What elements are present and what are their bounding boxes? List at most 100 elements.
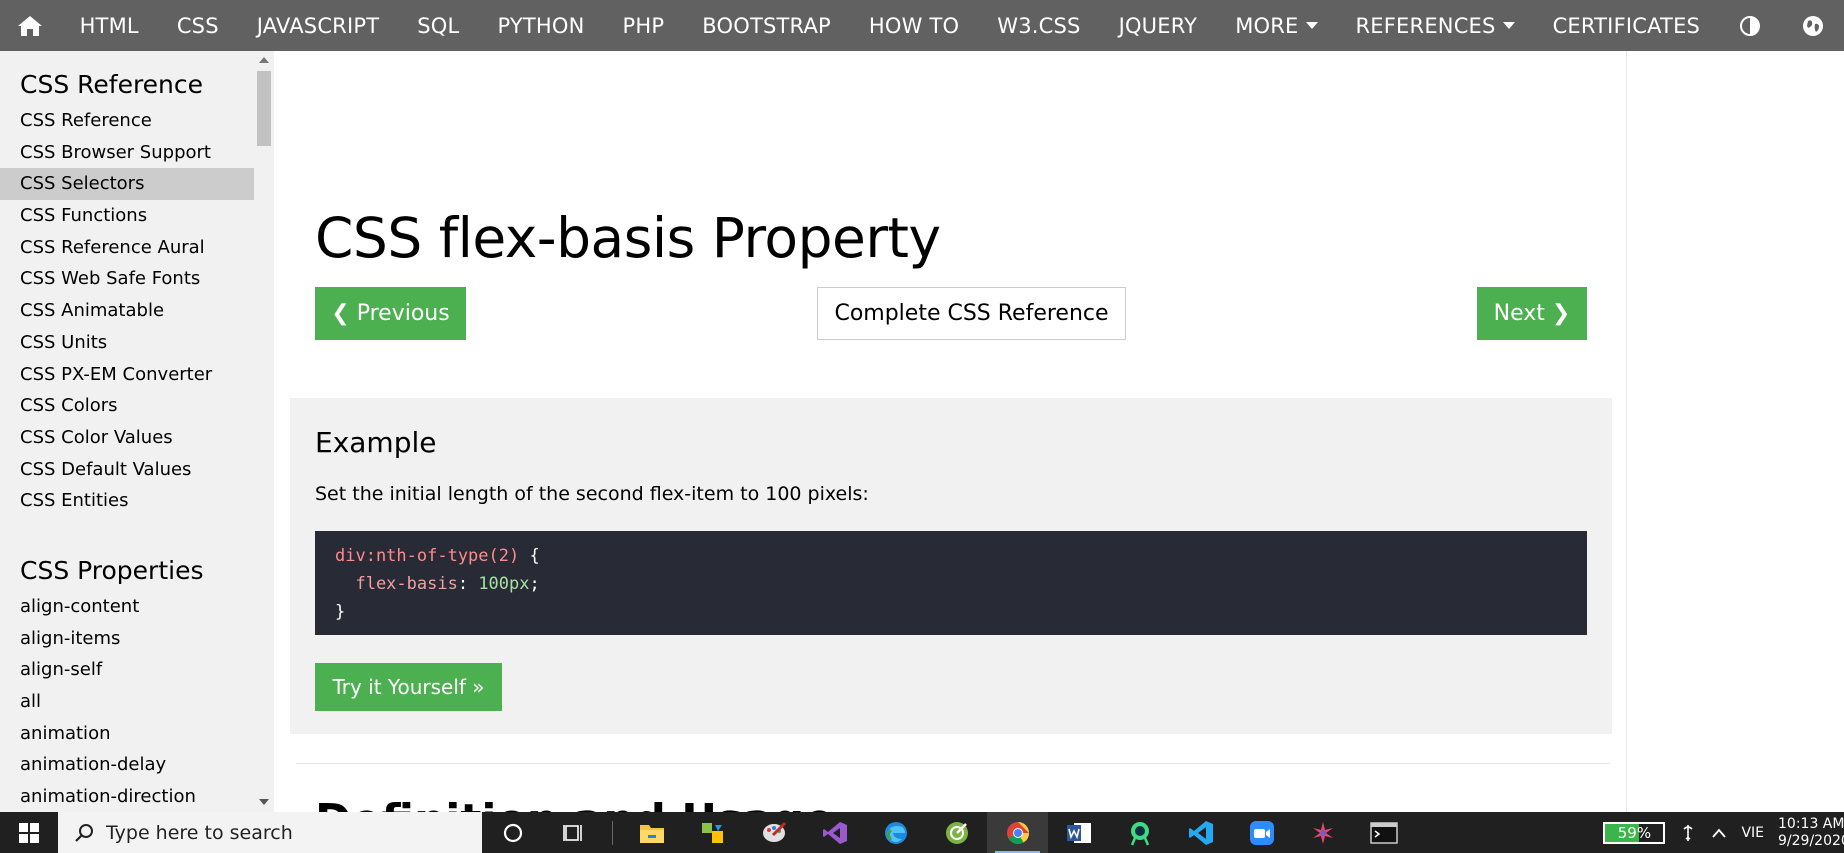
system-tray: 59% VIE 10:13 AM 9/29/2020 <box>1603 812 1844 853</box>
windows-taskbar: Type here to search 59% VIE 10:13 AM 9/2… <box>0 812 1844 853</box>
example-box: Example Set the initial length of the se… <box>290 398 1612 734</box>
word-icon <box>1066 822 1091 843</box>
sidebar-item-reference-aural[interactable]: CSS Reference Aural <box>0 232 254 264</box>
code-colon: : <box>457 574 479 594</box>
code-close-brace: } <box>335 602 346 622</box>
search-placeholder: Type here to search <box>106 821 293 844</box>
contrast-icon <box>1740 15 1761 36</box>
cortana-icon <box>503 823 522 842</box>
next-button[interactable]: Next ❯ <box>1477 287 1587 340</box>
sidebar-item-selectors[interactable]: CSS Selectors <box>0 168 254 201</box>
home-icon <box>18 15 43 36</box>
sidebar-item-default-values[interactable]: CSS Default Values <box>0 454 254 486</box>
sidebar-item-entities[interactable]: CSS Entities <box>0 485 254 517</box>
chrome-button[interactable] <box>987 812 1048 853</box>
sidebar-item-align-content[interactable]: align-content <box>0 591 254 623</box>
git-tool-icon <box>1312 821 1333 844</box>
git-tool-button[interactable] <box>1292 812 1353 853</box>
scroll-up-arrow-icon[interactable] <box>259 57 269 63</box>
sidebar-item-web-safe-fonts[interactable]: CSS Web Safe Fonts <box>0 263 254 295</box>
vscode-icon <box>1188 820 1213 845</box>
nav-more-label: MORE <box>1235 13 1299 38</box>
word-button[interactable] <box>1048 812 1109 853</box>
start-button[interactable] <box>0 812 58 853</box>
input-language[interactable]: VIE <box>1741 825 1764 841</box>
sidebar-item-css-reference[interactable]: CSS Reference <box>0 105 254 137</box>
sidebar-item-all[interactable]: all <box>0 686 254 718</box>
nav-css[interactable]: CSS <box>158 0 238 51</box>
theme-toggle-button[interactable] <box>1719 0 1781 51</box>
nav-html[interactable]: HTML <box>61 0 158 51</box>
sidebar-item-animation-direction[interactable]: animation-direction <box>0 781 254 812</box>
sidebar-item-units[interactable]: CSS Units <box>0 327 254 359</box>
nav-sql[interactable]: SQL <box>398 0 478 51</box>
nav-certificates[interactable]: CERTIFICATES <box>1534 0 1720 51</box>
sidebar-item-animation-delay[interactable]: animation-delay <box>0 749 254 781</box>
previous-button[interactable]: ❮ Previous <box>315 287 466 340</box>
sidebar-item-animatable[interactable]: CSS Animatable <box>0 295 254 327</box>
language-button[interactable] <box>1782 0 1844 51</box>
nav-python[interactable]: PYTHON <box>478 0 603 51</box>
sidebar-content: CSS Reference CSS Reference CSS Browser … <box>0 51 254 812</box>
edge-button[interactable] <box>865 812 926 853</box>
taskbar-search-box[interactable]: Type here to search <box>58 812 482 853</box>
scroll-down-arrow-icon[interactable] <box>259 799 269 805</box>
example-heading: Example <box>315 426 437 459</box>
chrome-icon <box>1006 821 1029 844</box>
task-view-icon <box>562 824 582 841</box>
sidebar-item-px-em-converter[interactable]: CSS PX-EM Converter <box>0 359 254 391</box>
code-value: 100px <box>478 574 530 594</box>
windows-icon <box>19 822 39 843</box>
nav-javascript[interactable]: JAVASCRIPT <box>238 0 399 51</box>
nav-more-dropdown[interactable]: MORE <box>1216 0 1336 51</box>
sidebar-item-functions[interactable]: CSS Functions <box>0 200 254 232</box>
visual-studio-button[interactable] <box>804 812 865 853</box>
clock-time: 10:13 AM <box>1778 815 1844 832</box>
search-icon <box>75 823 93 842</box>
nav-how-to[interactable]: HOW TO <box>850 0 978 51</box>
terminal-icon <box>1369 821 1398 844</box>
sidebar-item-animation[interactable]: animation <box>0 718 254 750</box>
vscode-button[interactable] <box>1170 812 1231 853</box>
nav-w3css[interactable]: W3.CSS <box>978 0 1099 51</box>
greenshot-button[interactable] <box>926 812 987 853</box>
code-line: flex-basis: 100px; <box>335 570 1567 598</box>
nav-jquery[interactable]: JQUERY <box>1100 0 1217 51</box>
network-icon[interactable] <box>1681 823 1695 843</box>
complete-css-reference-button[interactable]: Complete CSS Reference <box>817 287 1126 340</box>
battery-indicator[interactable]: 59% <box>1603 821 1666 844</box>
try-it-yourself-button[interactable]: Try it Yourself » <box>315 663 502 711</box>
sidebar-item-align-items[interactable]: align-items <box>0 623 254 655</box>
task-view-button[interactable] <box>543 812 604 853</box>
greenshot-icon <box>945 821 968 844</box>
taskbar-clock[interactable]: 10:13 AM 9/29/2020 <box>1778 816 1844 850</box>
sidebar-item-align-self[interactable]: align-self <box>0 654 254 686</box>
nav-php[interactable]: PHP <box>604 0 684 51</box>
visual-studio-icon <box>822 821 847 844</box>
edge-icon <box>884 821 907 844</box>
paint-icon <box>762 821 786 842</box>
chevron-up-icon[interactable] <box>1711 827 1727 839</box>
home-button[interactable] <box>0 0 61 51</box>
globe-icon <box>1802 15 1823 36</box>
sidebar-scroll-thumb[interactable] <box>257 71 271 146</box>
zoom-button[interactable] <box>1231 812 1292 853</box>
sidebar-item-browser-support[interactable]: CSS Browser Support <box>0 137 254 169</box>
sidebar-item-colors[interactable]: CSS Colors <box>0 390 254 422</box>
sql-tool-button[interactable] <box>682 812 743 853</box>
nav-bootstrap[interactable]: BOOTSTRAP <box>683 0 850 51</box>
sidebar-scrollbar[interactable] <box>254 51 274 812</box>
caret-down-icon <box>1502 22 1515 29</box>
sidebar-item-color-values[interactable]: CSS Color Values <box>0 422 254 454</box>
nav-references-dropdown[interactable]: REFERENCES <box>1337 0 1534 51</box>
file-explorer-button[interactable] <box>621 812 682 853</box>
android-studio-button[interactable] <box>1109 812 1170 853</box>
paint-button[interactable] <box>743 812 804 853</box>
code-open-brace: { <box>519 546 540 566</box>
terminal-button[interactable] <box>1353 812 1414 853</box>
cortana-button[interactable] <box>482 812 543 853</box>
code-selector: div:nth-of-type(2) <box>335 546 520 566</box>
section-divider <box>296 763 1610 764</box>
code-example: div:nth-of-type(2) { flex-basis: 100px; … <box>315 531 1587 635</box>
sidebar-heading-css-reference: CSS Reference <box>20 70 204 99</box>
